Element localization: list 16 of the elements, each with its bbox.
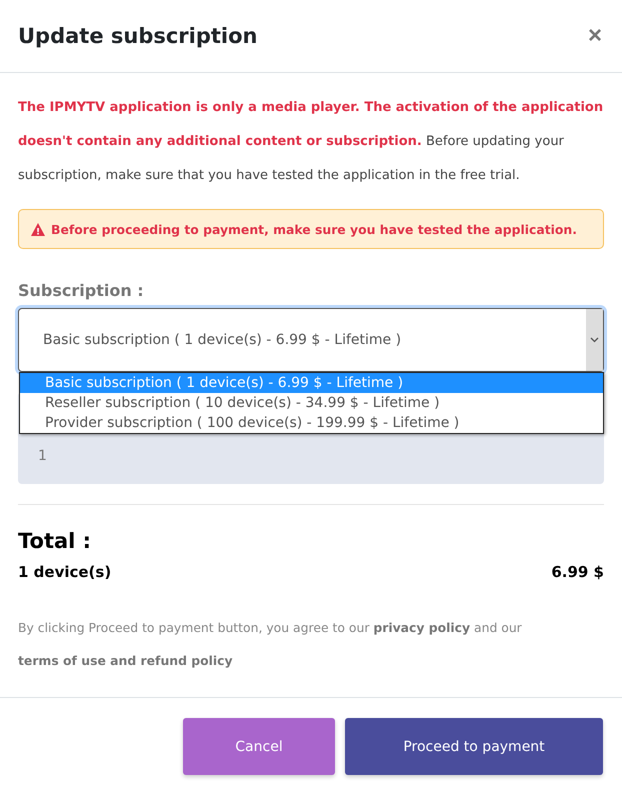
agreement-text: By clicking Proceed to payment button, you agree to our privacy policy and our terms of use and refund policy [18, 619, 523, 670]
chevron-down-icon [590, 337, 599, 343]
cancel-button[interactable]: Cancel [183, 718, 335, 775]
subscription-option[interactable]: Reseller subscription ( 10 device(s) - 34.99 $ - Lifetime ) [20, 393, 603, 413]
total-title: Total : [18, 529, 92, 553]
subscription-label: Subscription : [18, 281, 145, 300]
dialog-title: Update subscription [18, 24, 258, 48]
warning-text: Before proceeding to payment, make sure you have tested the application. [51, 222, 577, 236]
intro-text: The IPMYTV application is only a media player. The activation of the application doesn't contain any additional content or subscription. Before updating your subscription, make sure that you have tested the application in the free trial. [18, 99, 604, 185]
device-count: 1 device(s) [18, 563, 112, 581]
proceed-button[interactable]: Proceed to payment [345, 718, 603, 775]
warning-icon: ! [31, 222, 45, 236]
close-button[interactable]: × [588, 22, 602, 50]
subscription-option[interactable]: Provider subscription ( 100 device(s) - 199.99 $ - Lifetime ) [20, 413, 603, 433]
subscription-select[interactable]: Basic subscription ( 1 device(s) - 6.99 $ - Lifetime ) [18, 308, 604, 372]
total-price: 6.99 $ [551, 563, 604, 581]
